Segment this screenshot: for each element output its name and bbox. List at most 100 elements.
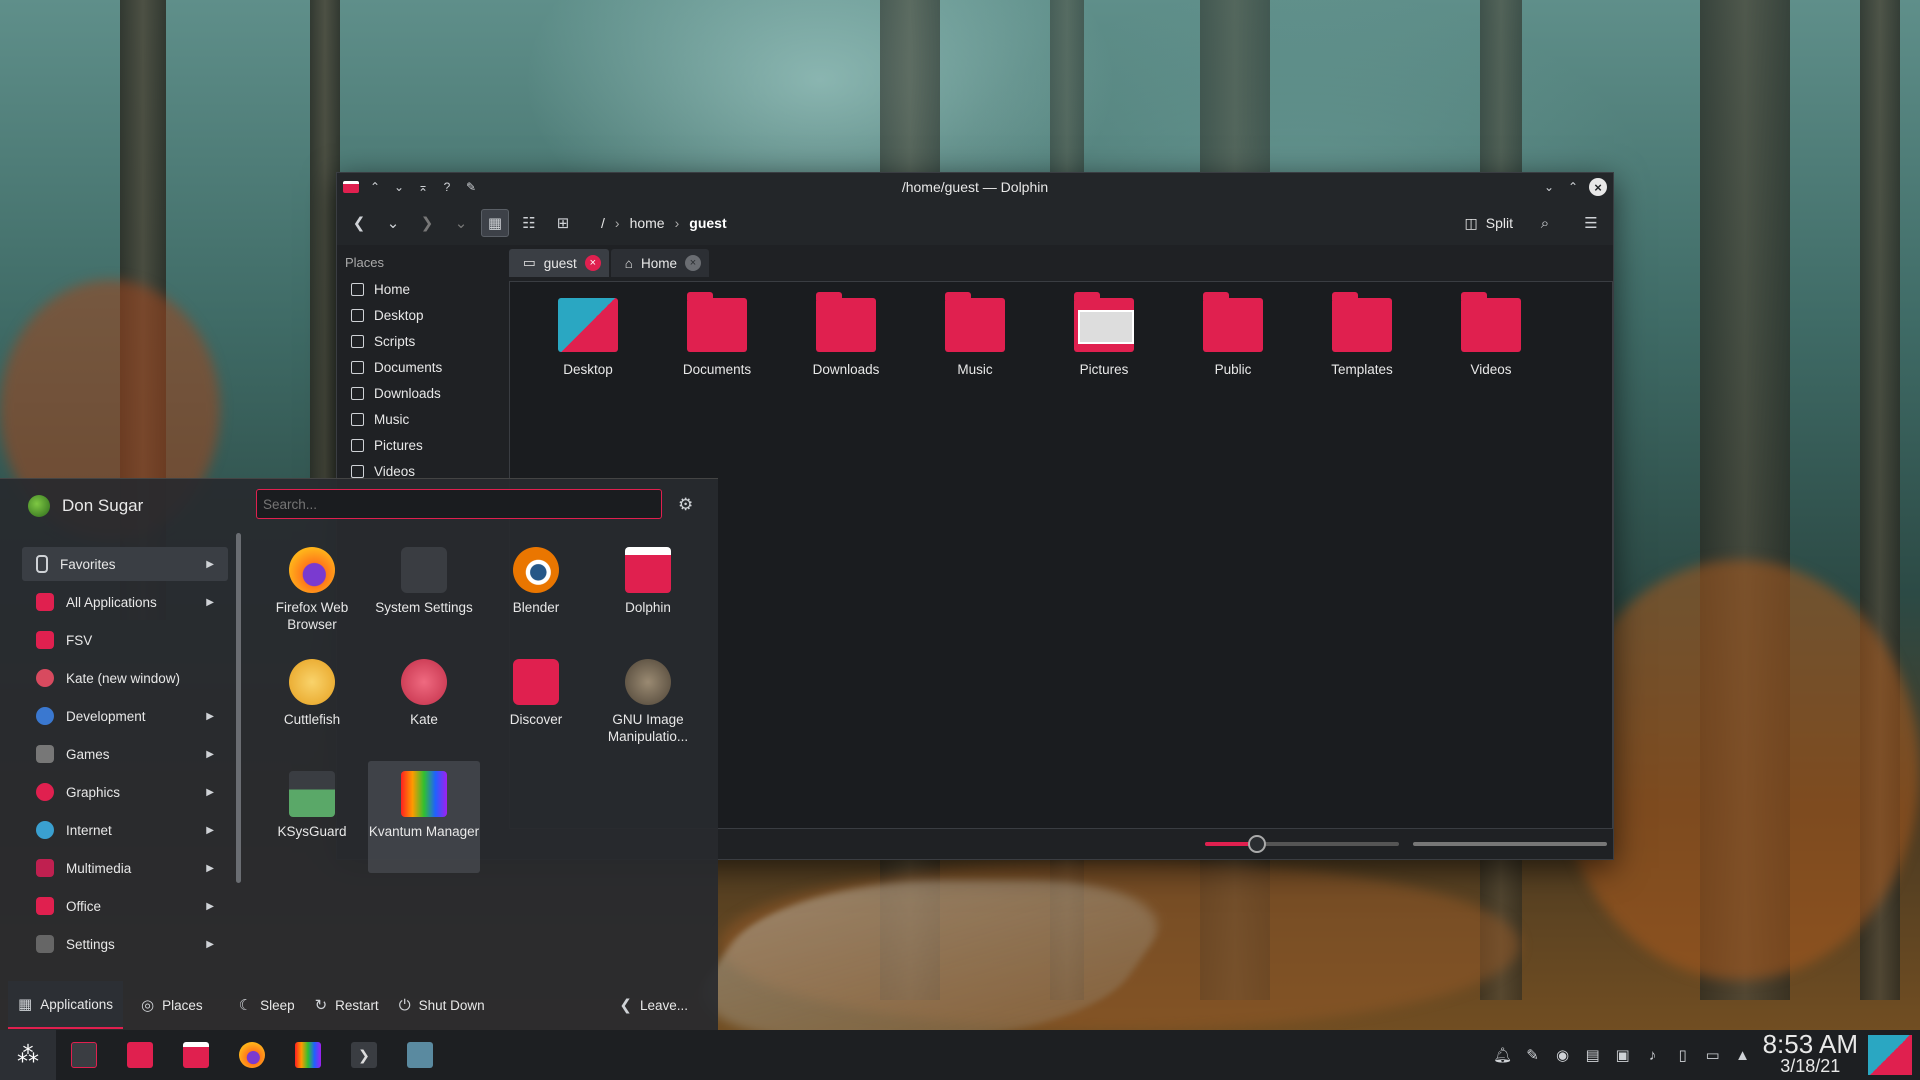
app-cuttlefish[interactable]: Cuttlefish	[256, 649, 368, 761]
leave-button[interactable]: ❮ Leave...	[609, 981, 698, 1029]
zoom-slider-handle[interactable]	[1248, 835, 1267, 853]
hamburger-menu-icon[interactable]: ☰	[1577, 209, 1605, 237]
category-scrollbar[interactable]	[236, 533, 241, 883]
app-gimp[interactable]: GNU Image Manipulatio...	[592, 649, 704, 761]
details-view-icon[interactable]: ⊞	[549, 209, 577, 237]
app-discover[interactable]: Discover	[480, 649, 592, 761]
folder-item[interactable]: Desktop	[548, 298, 628, 377]
show-desktop-button[interactable]	[1868, 1035, 1912, 1075]
folder-item[interactable]: Downloads	[806, 292, 886, 377]
folder-item[interactable]: Music	[935, 292, 1015, 377]
breadcrumb-root[interactable]: /	[601, 215, 605, 231]
folder-item[interactable]: Templates	[1322, 292, 1402, 377]
back-history-chevron-icon[interactable]: ⌄	[379, 209, 407, 237]
task-konsole[interactable]: ❯	[336, 1030, 392, 1080]
volume-icon[interactable]: ♪	[1643, 1047, 1663, 1064]
documents-icon	[351, 360, 364, 374]
minimize-button[interactable]: ⌄	[1541, 179, 1557, 195]
app-kate[interactable]: Kate	[368, 649, 480, 761]
place-scripts[interactable]: Scripts	[341, 328, 505, 354]
task-screenshot[interactable]	[392, 1030, 448, 1080]
close-button[interactable]: ×	[1589, 178, 1607, 196]
restart-button[interactable]: ↻ Restart	[305, 981, 389, 1029]
place-home[interactable]: Home	[341, 276, 505, 302]
place-music[interactable]: Music	[341, 406, 505, 432]
place-downloads[interactable]: Downloads	[341, 380, 505, 406]
shutdown-button[interactable]: ⏻ Shut Down	[389, 981, 495, 1029]
place-desktop[interactable]: Desktop	[341, 302, 505, 328]
category-internet[interactable]: Internet ▶	[22, 813, 228, 847]
task-kvantum[interactable]	[280, 1030, 336, 1080]
app-ksysguard[interactable]: KSysGuard	[256, 761, 368, 873]
clipboard-icon[interactable]: ▤	[1583, 1046, 1603, 1064]
updates-icon[interactable]: ◉	[1553, 1046, 1573, 1064]
folder-item[interactable]: Videos	[1451, 292, 1531, 377]
folder-item[interactable]: Public	[1193, 292, 1273, 377]
icons-view-icon[interactable]: ▦	[481, 209, 509, 237]
category-favorites[interactable]: Favorites ▶	[22, 547, 228, 581]
category-graphics[interactable]: Graphics ▶	[22, 775, 228, 809]
chevron-right-icon[interactable]: ›	[675, 215, 680, 231]
app-firefox[interactable]: Firefox Web Browser	[256, 537, 368, 649]
pin-icon[interactable]: ✎	[463, 179, 479, 195]
chevron-right-icon[interactable]: ›	[615, 215, 620, 231]
app-system-settings[interactable]: System Settings	[368, 537, 480, 649]
notifications-icon[interactable]: 🔔︎	[1493, 1046, 1513, 1064]
breadcrumb-guest[interactable]: guest	[689, 215, 726, 231]
tab-guest[interactable]: ▭ guest ×	[509, 249, 609, 277]
category-fsv[interactable]: FSV	[22, 623, 228, 657]
app-blender[interactable]: Blender	[480, 537, 592, 649]
app-kvantum-manager[interactable]: Kvantum Manager	[368, 761, 480, 873]
forward-history-chevron-icon[interactable]: ⌄	[447, 209, 475, 237]
shade-icon[interactable]: ⌅	[415, 179, 431, 195]
category-kate-new-window[interactable]: Kate (new window)	[22, 661, 228, 695]
keep-below-icon[interactable]: ⌄	[391, 179, 407, 195]
category-games[interactable]: Games ▶	[22, 737, 228, 771]
task-firefox[interactable]	[224, 1030, 280, 1080]
compact-view-icon[interactable]: ☷	[515, 209, 543, 237]
sleep-button[interactable]: ☾ Sleep	[229, 981, 305, 1029]
folder-item[interactable]: Pictures	[1064, 292, 1144, 377]
zoom-slider[interactable]	[1205, 835, 1399, 853]
keep-above-icon[interactable]: ⌃	[367, 179, 383, 195]
tab-home[interactable]: ⌂ Home ×	[610, 249, 709, 277]
launcher-button[interactable]: ⁂	[0, 1030, 56, 1080]
folder-item[interactable]: Documents	[677, 292, 757, 377]
configure-sliders-icon[interactable]: ⚙	[678, 495, 693, 515]
category-settings[interactable]: Settings ▶	[22, 927, 228, 961]
search-input[interactable]	[256, 489, 662, 519]
category-all-applications[interactable]: All Applications ▶	[22, 585, 228, 619]
place-documents[interactable]: Documents	[341, 354, 505, 380]
category-office[interactable]: Office ▶	[22, 889, 228, 923]
search-icon[interactable]: ⌕	[1531, 209, 1559, 237]
places-tab[interactable]: ◎ Places	[131, 981, 213, 1029]
kde-connect-icon[interactable]: ✎	[1523, 1046, 1543, 1064]
task-dolphin[interactable]	[168, 1030, 224, 1080]
disks-icon[interactable]: ▣	[1613, 1046, 1633, 1064]
task-system-settings[interactable]	[56, 1030, 112, 1080]
expand-tray-icon[interactable]: ▲	[1733, 1047, 1753, 1064]
close-tab-icon[interactable]: ×	[584, 255, 601, 271]
maximize-button[interactable]: ⌃	[1565, 179, 1581, 195]
avatar[interactable]	[28, 495, 50, 517]
task-discover[interactable]	[112, 1030, 168, 1080]
category-multimedia[interactable]: Multimedia ▶	[22, 851, 228, 885]
back-arrow-icon[interactable]: ❮	[345, 209, 373, 237]
app-dolphin[interactable]: Dolphin	[592, 537, 704, 649]
breadcrumb-home[interactable]: home	[630, 215, 665, 231]
place-pictures[interactable]: Pictures	[341, 432, 505, 458]
battery-icon[interactable]: ▯	[1673, 1046, 1693, 1064]
close-tab-icon[interactable]: ×	[684, 255, 701, 271]
split-button[interactable]: ◫ Split	[1465, 215, 1513, 232]
applications-tab[interactable]: ▦ Applications	[8, 981, 123, 1029]
user-header[interactable]: Don Sugar	[28, 495, 143, 517]
digital-clock[interactable]: 8:53 AM 3/18/21	[1763, 1031, 1858, 1077]
window-titlebar[interactable]: ⌃ ⌄ ⌅ ? ✎ /home/guest — Dolphin ⌄ ⌃ ×	[337, 173, 1613, 201]
taskbar: ⁂ ❯ 🔔︎ ✎ ◉ ▤ ▣ ♪ ▯ ▭ ▲ 8:53 AM 3/18/21	[0, 1030, 1920, 1080]
network-icon[interactable]: ▭	[1703, 1046, 1723, 1064]
category-development[interactable]: Development ▶	[22, 699, 228, 733]
dolphin-app-icon[interactable]	[343, 179, 359, 195]
help-icon[interactable]: ?	[439, 179, 455, 195]
forward-arrow-icon[interactable]: ❯	[413, 209, 441, 237]
firefox-icon	[239, 1042, 265, 1068]
